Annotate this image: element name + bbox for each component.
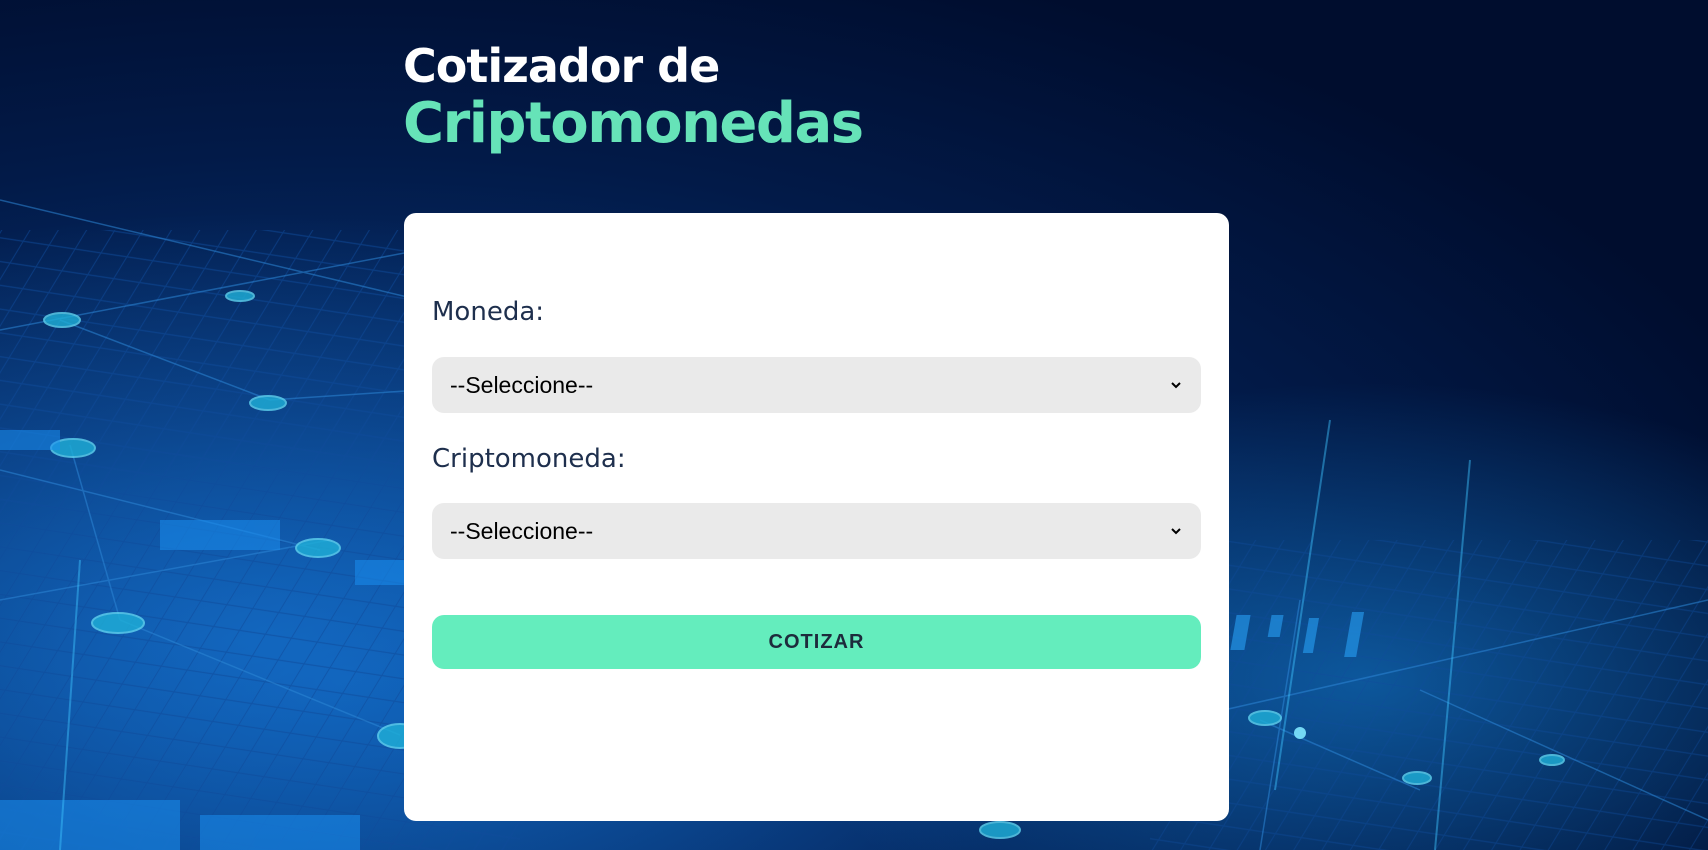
title-line-cotizador: Cotizador de <box>403 39 720 93</box>
quote-form-card: Moneda: --Seleccione-- Criptomoneda: --S… <box>404 213 1229 821</box>
chevron-down-icon <box>1171 382 1181 389</box>
cotizar-button[interactable]: COTIZAR <box>432 615 1201 669</box>
currency-label: Moneda: <box>432 297 545 327</box>
crypto-select[interactable]: --Seleccione-- <box>432 503 1201 559</box>
crypto-label: Criptomoneda: <box>432 444 626 474</box>
currency-select-value: --Seleccione-- <box>450 371 594 398</box>
currency-select[interactable]: --Seleccione-- <box>432 357 1201 413</box>
chevron-down-icon <box>1171 528 1181 535</box>
page-header: Cotizador de Criptomonedas <box>403 38 864 156</box>
crypto-select-value: --Seleccione-- <box>450 517 594 544</box>
title-line-criptomonedas: Criptomonedas <box>403 91 864 156</box>
